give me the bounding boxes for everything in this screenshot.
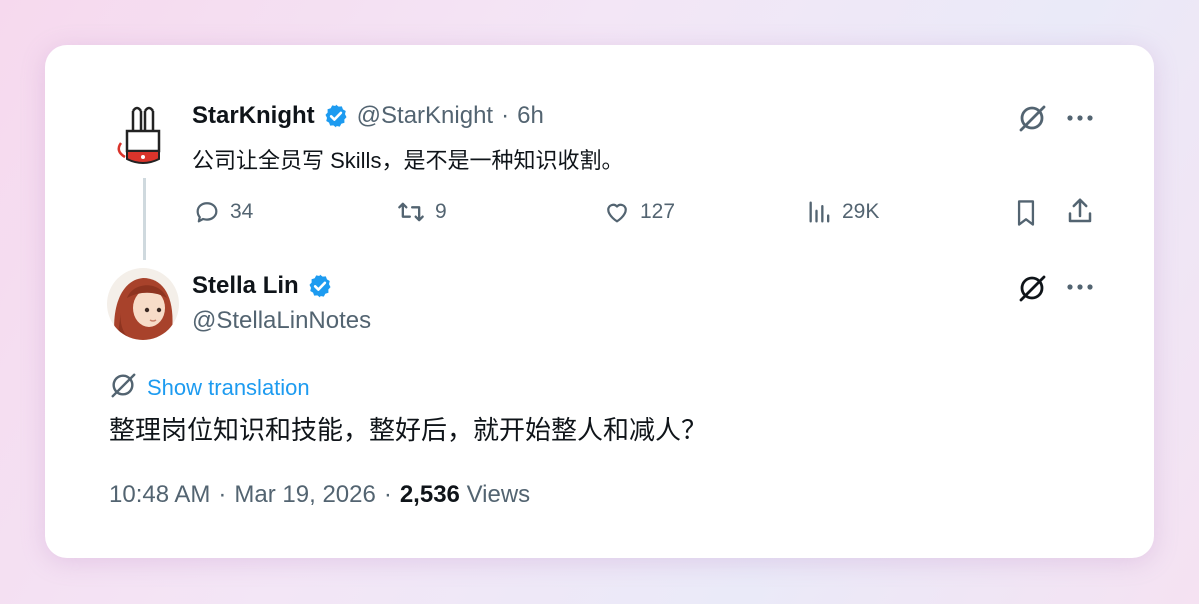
reply-count: 34	[230, 200, 254, 223]
retweet-icon	[395, 198, 427, 226]
like-icon	[602, 198, 632, 226]
reply-icon	[192, 198, 222, 226]
thread-connector	[143, 178, 146, 260]
author-handle[interactable]: @StellaLinNotes	[192, 307, 371, 335]
views-button[interactable]: 29K	[806, 198, 879, 226]
starknight-avatar[interactable]	[107, 103, 179, 175]
more-icon[interactable]	[1065, 107, 1095, 129]
like-count: 127	[640, 200, 676, 223]
views-count: 29K	[842, 200, 880, 223]
views-number: 2,536	[399, 481, 460, 508]
like-button[interactable]: 127	[602, 198, 675, 226]
bookmark-icon[interactable]	[1012, 198, 1040, 228]
grok-icon[interactable]	[1017, 103, 1047, 133]
author-name[interactable]: Stella Lin	[192, 272, 299, 300]
timestamp[interactable]: 6h	[517, 102, 544, 130]
translate-icon	[109, 371, 137, 404]
separator-dot: ·	[218, 481, 227, 508]
separator-dot: ·	[501, 102, 510, 129]
reply-button[interactable]: 34	[192, 198, 253, 226]
tweet-card: StarKnight @StarKnight · 6h 公司让全员写 Skill…	[45, 45, 1154, 558]
main-tweet-header: Stella Lin	[192, 272, 333, 300]
views-icon	[806, 198, 834, 226]
retweet-count: 9	[435, 200, 447, 223]
author-handle[interactable]: @StarKnight	[357, 102, 493, 130]
tweet-date[interactable]: Mar 19, 2026	[234, 481, 375, 509]
main-tweet-text: 整理岗位知识和技能，整好后，就开始整人和减人？	[109, 415, 708, 445]
views-label: Views	[466, 481, 531, 508]
grok-icon[interactable]	[1017, 273, 1047, 303]
author-name[interactable]: StarKnight	[192, 102, 315, 130]
verified-badge-icon	[307, 273, 333, 299]
stella-avatar[interactable]	[107, 268, 179, 340]
separator-dot: ·	[383, 481, 392, 508]
more-icon[interactable]	[1065, 276, 1095, 298]
retweet-button[interactable]: 9	[395, 198, 447, 226]
verified-badge-icon	[323, 103, 349, 129]
tweet-meta: 10:48 AM · Mar 19, 2026 · 2,536 Views	[109, 481, 530, 509]
views-summary[interactable]: 2,536 Views	[400, 481, 530, 509]
show-translation-label: Show translation	[147, 374, 310, 400]
quoted-tweet-text: 公司让全员写 Skills，是不是一种知识收割。	[192, 148, 624, 173]
quoted-tweet-header: StarKnight @StarKnight · 6h	[192, 102, 544, 130]
share-icon[interactable]	[1065, 196, 1095, 226]
show-translation-link[interactable]: Show translation	[109, 371, 310, 404]
tweet-time[interactable]: 10:48 AM	[109, 481, 210, 509]
